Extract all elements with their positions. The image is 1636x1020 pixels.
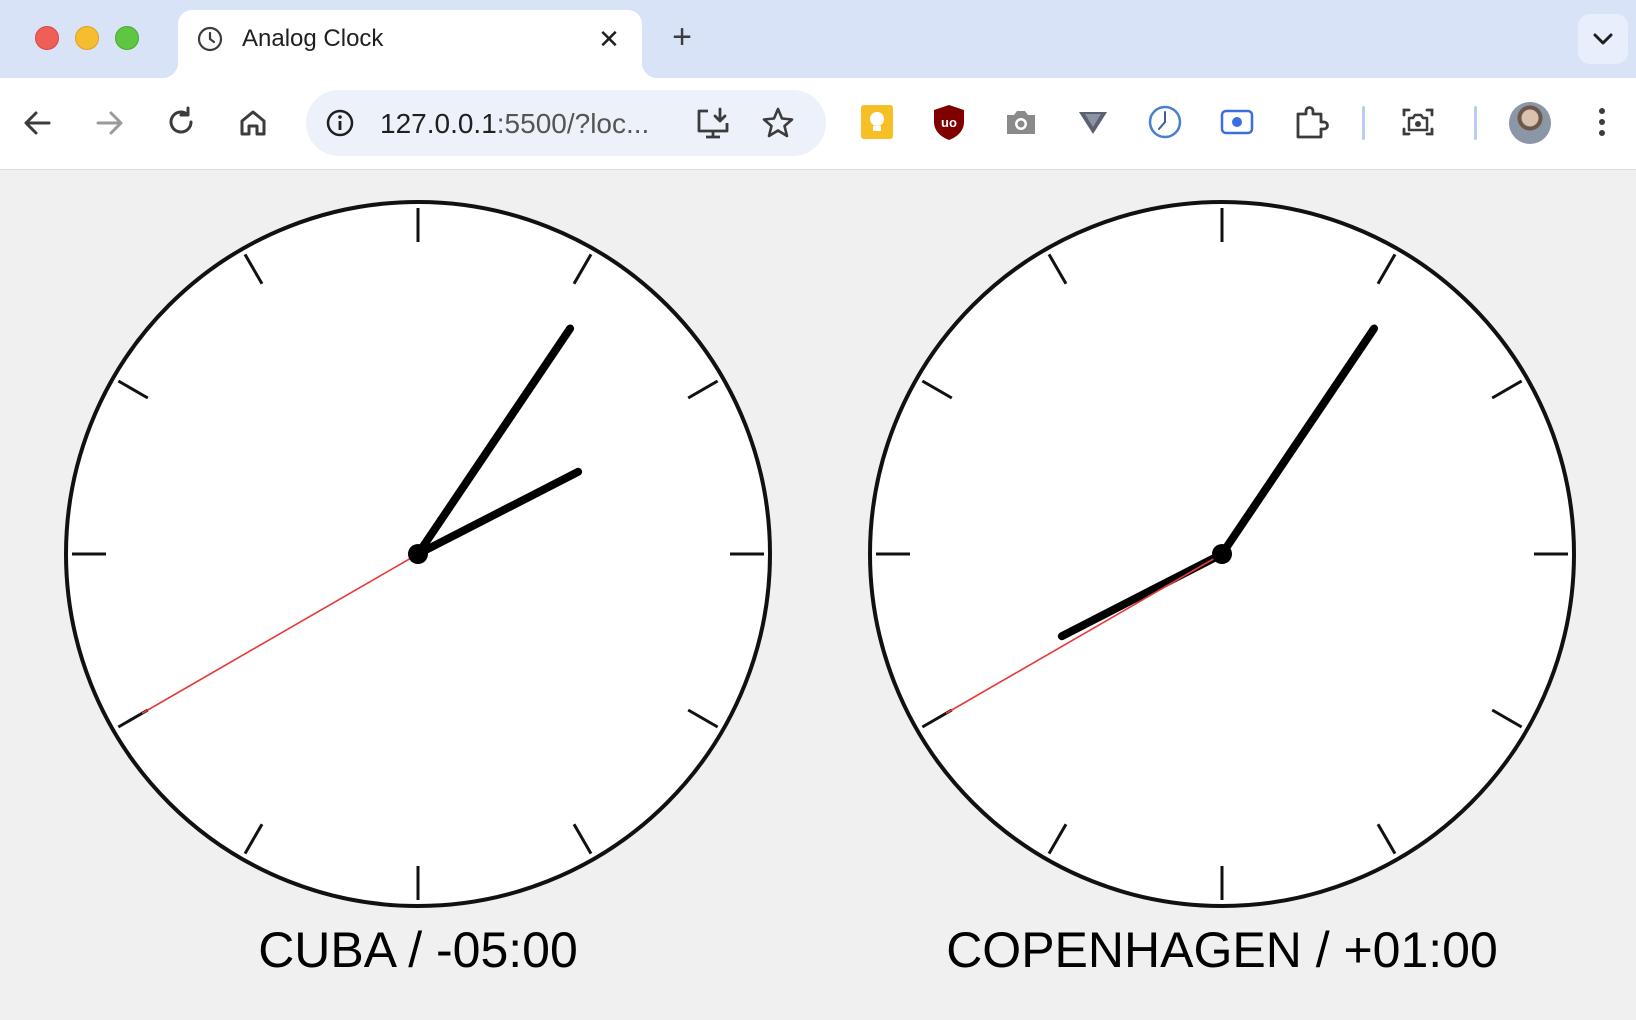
analog-clock-copenhagen bbox=[868, 200, 1576, 908]
toolbar-separator bbox=[1474, 106, 1477, 140]
camera-extension[interactable] bbox=[1001, 102, 1041, 142]
svg-text:uo: uo bbox=[941, 115, 957, 130]
address-bar[interactable]: 127.0.0.1:5500/?loc... bbox=[306, 90, 826, 156]
screenshot-lens-icon[interactable] bbox=[1398, 102, 1438, 142]
browser-window: Analog Clock ✕ + 127.0.0.1:5500/?loc... … bbox=[0, 0, 1636, 1020]
clock-icon bbox=[197, 26, 223, 52]
analog-clock-cuba bbox=[64, 200, 772, 908]
tab-strip: Analog Clock ✕ + bbox=[0, 0, 1636, 78]
home-icon[interactable] bbox=[230, 100, 276, 146]
keep-bulb-extension[interactable] bbox=[857, 102, 897, 142]
new-tab-button[interactable]: + bbox=[664, 20, 700, 56]
toolbar-separator bbox=[1362, 106, 1365, 140]
puzzle-extensions-icon[interactable] bbox=[1290, 102, 1330, 142]
bookmark-star-icon[interactable] bbox=[760, 105, 796, 141]
page-content: CUBA / -05:00 COPENHAGEN / +01:00 bbox=[0, 170, 1636, 1020]
maximize-window-button[interactable] bbox=[115, 26, 139, 50]
reload-icon[interactable] bbox=[158, 100, 204, 146]
clock-center-pin bbox=[1212, 544, 1232, 564]
tab-analog-clock[interactable]: Analog Clock ✕ bbox=[162, 10, 658, 78]
browser-toolbar: 127.0.0.1:5500/?loc... uo bbox=[0, 78, 1636, 170]
close-window-button[interactable] bbox=[35, 26, 59, 50]
clock-label-cuba: CUBA / -05:00 bbox=[258, 922, 578, 978]
tab-search-button[interactable] bbox=[1578, 14, 1628, 64]
clock-extension[interactable] bbox=[1145, 102, 1185, 142]
triangle-extension[interactable] bbox=[1073, 102, 1113, 142]
site-info-icon[interactable] bbox=[324, 107, 356, 139]
clock-center-pin bbox=[408, 544, 428, 564]
tab-title: Analog Clock bbox=[242, 25, 384, 52]
screen-record-extension[interactable] bbox=[1217, 102, 1257, 142]
url-text[interactable]: 127.0.0.1:5500/?loc... bbox=[380, 108, 649, 140]
minimize-window-button[interactable] bbox=[75, 26, 99, 50]
forward-arrow-icon[interactable] bbox=[86, 100, 132, 146]
chevron-down-icon bbox=[1593, 33, 1613, 45]
back-arrow-icon[interactable] bbox=[15, 100, 61, 146]
clock-label-copenhagen: COPENHAGEN / +01:00 bbox=[946, 922, 1498, 978]
install-app-icon[interactable] bbox=[694, 106, 732, 142]
tab-close-icon[interactable]: ✕ bbox=[594, 24, 624, 54]
profile-avatar[interactable] bbox=[1509, 102, 1551, 144]
ublock-origin-extension[interactable]: uo bbox=[929, 102, 969, 142]
more-menu-icon[interactable] bbox=[1582, 102, 1622, 142]
